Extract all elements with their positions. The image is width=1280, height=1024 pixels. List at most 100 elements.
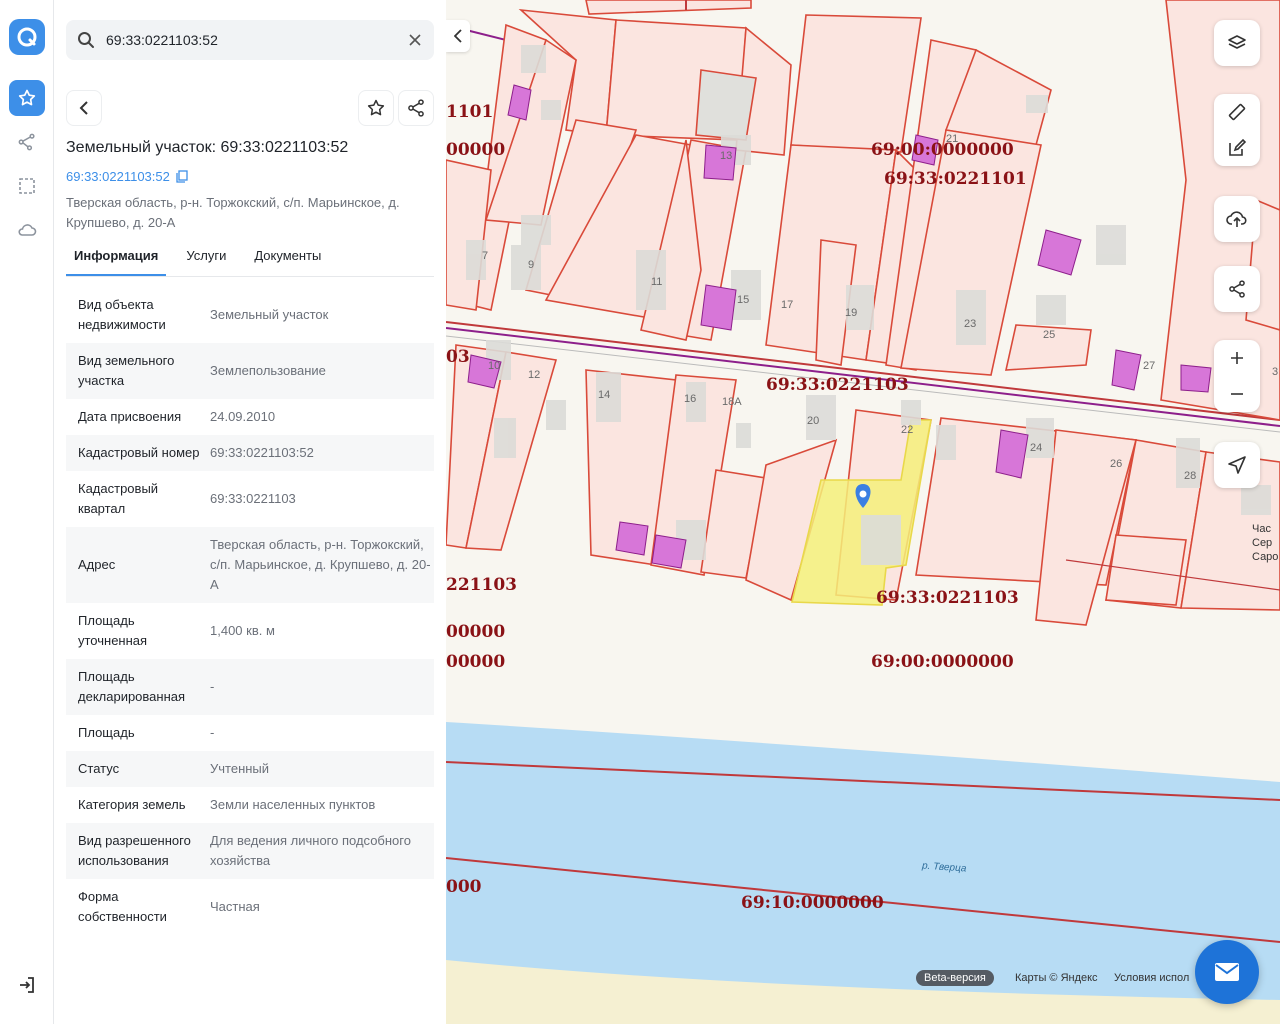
nodes-icon [18,133,35,151]
table-row: Кадастровый квартал 69:33:0221103 [66,471,434,527]
terms-link[interactable]: Условия испол [1114,972,1189,984]
poi-label-line: Саро [1252,551,1279,563]
row-value: - [210,679,215,694]
row-value: Частная [210,899,260,914]
house-number: 28 [1184,470,1197,482]
tab-documents[interactable]: Документы [246,243,329,276]
cadastral-map[interactable]: 1101 00000 69:00:0000000 69:33:0221101 0… [446,0,1280,1024]
close-icon [409,34,421,46]
left-rail [0,0,54,1024]
house-number: 15 [737,294,750,306]
house-number: 11 [651,276,663,288]
logout-button[interactable] [14,972,40,998]
edit-icon [1229,138,1247,156]
table-row: Площадь - [66,715,434,751]
table-row: Форма собственности Частная [66,879,434,935]
upload-button[interactable] [1214,196,1260,242]
ruler-icon [1228,103,1246,121]
row-value: Землепользование [210,363,326,378]
table-row: Вид объекта недвижимости Земельный участо… [66,287,434,343]
navigation-arrow-icon [1228,456,1246,474]
house-number: 21 [946,133,959,145]
search-icon [66,31,106,49]
house-number: 10 [488,360,501,372]
share-button[interactable] [398,90,434,126]
table-row: Адрес Тверская область, р-н. Торжокский, … [66,527,434,603]
poi-label-line: Сер [1252,537,1273,549]
map-canvas[interactable] [446,0,1280,1024]
search-bar [66,20,434,60]
measure-tools [1214,94,1260,166]
minus-icon [1231,393,1243,395]
house-number: 23 [964,318,977,330]
quarter-label: 1101 [446,102,494,122]
row-value: Учтенный [210,761,270,776]
house-number: 18А [722,396,742,408]
table-row: Кадастровый номер 69:33:0221103:52 [66,435,434,471]
row-key: Площадь [78,725,135,740]
routes-nav-button[interactable] [9,124,45,160]
beta-badge: Beta-версия [916,970,994,986]
layers-icon [1228,35,1246,49]
clear-search-button[interactable] [406,31,424,49]
row-key: Категория земель [78,797,186,812]
map-attribution[interactable]: Карты © Яндекс [1015,972,1098,984]
cad-number-text[interactable]: 69:33:0221103:52 [66,169,170,184]
quarter-label: 69:33:0221103 [766,375,909,395]
favorite-button[interactable] [358,90,394,126]
row-key: Площадь декларированная [78,669,186,704]
geolocate-button[interactable] [1214,442,1260,488]
info-table: Вид объекта недвижимости Земельный участо… [66,287,434,935]
table-row: Вид земельного участка Землепользование [66,343,434,399]
row-key: Форма собственности [78,889,167,924]
mail-icon [1215,963,1239,981]
tab-services[interactable]: Услуги [178,243,234,276]
map-share-button[interactable] [1214,266,1260,312]
star-icon [367,99,385,116]
draw-button[interactable] [1214,130,1260,166]
house-number: 13 [720,150,733,162]
feedback-mail-button[interactable] [1195,940,1259,1004]
object-panel: Земельный участок: 69:33:0221103:52 69:3… [54,0,446,1024]
parcel-title: Земельный участок: 69:33:0221103:52 [66,139,349,156]
back-button[interactable] [66,90,102,126]
ruler-button[interactable] [1214,94,1260,130]
collapse-panel-button[interactable] [446,20,470,52]
row-value: Земли населенных пунктов [210,797,376,812]
quarter-label: 69:00:0000000 [871,140,1014,160]
selection-nav-button[interactable] [9,168,45,204]
favorites-nav-button[interactable] [9,80,45,116]
zoom-out-button[interactable] [1214,376,1260,412]
quarter-label: 00000 [446,622,506,642]
house-number: 27 [1143,360,1156,372]
table-row: Статус Учтенный [66,751,434,787]
share-icon [408,99,424,117]
zoom-in-button[interactable] [1214,340,1260,376]
chevron-left-icon [79,101,88,115]
row-key: Дата присвоения [78,409,182,424]
quarter-label: 69:00:0000000 [871,652,1014,672]
row-value: Земельный участок [210,307,329,322]
row-key: Кадастровый номер [78,445,200,460]
row-value: 69:33:0221103 [210,491,296,506]
table-row: Категория земель Земли населенных пунктов [66,787,434,823]
row-value: 69:33:0221103:52 [210,445,314,460]
row-key: Вид объекта недвижимости [78,297,166,332]
logout-icon [20,977,34,993]
copy-icon[interactable] [176,170,188,183]
house-number: 19 [845,307,858,319]
cloud-nav-button[interactable] [9,212,45,248]
row-key: Вид разрешенного использования [78,833,191,868]
row-value: - [210,725,215,740]
app-root: Земельный участок: 69:33:0221103:52 69:3… [0,0,1280,1024]
share-icon [1229,280,1245,298]
cloud-upload-icon [1226,211,1247,227]
cad-number-link[interactable]: 69:33:0221103:52 [66,169,188,184]
row-value: 1,400 кв. м [210,623,275,638]
tab-information[interactable]: Информация [66,243,167,276]
layers-button[interactable] [1214,20,1260,66]
app-logo[interactable] [9,19,45,55]
panel-toolbar [66,90,434,126]
search-input[interactable] [106,32,396,48]
house-number: 16 [684,393,697,405]
